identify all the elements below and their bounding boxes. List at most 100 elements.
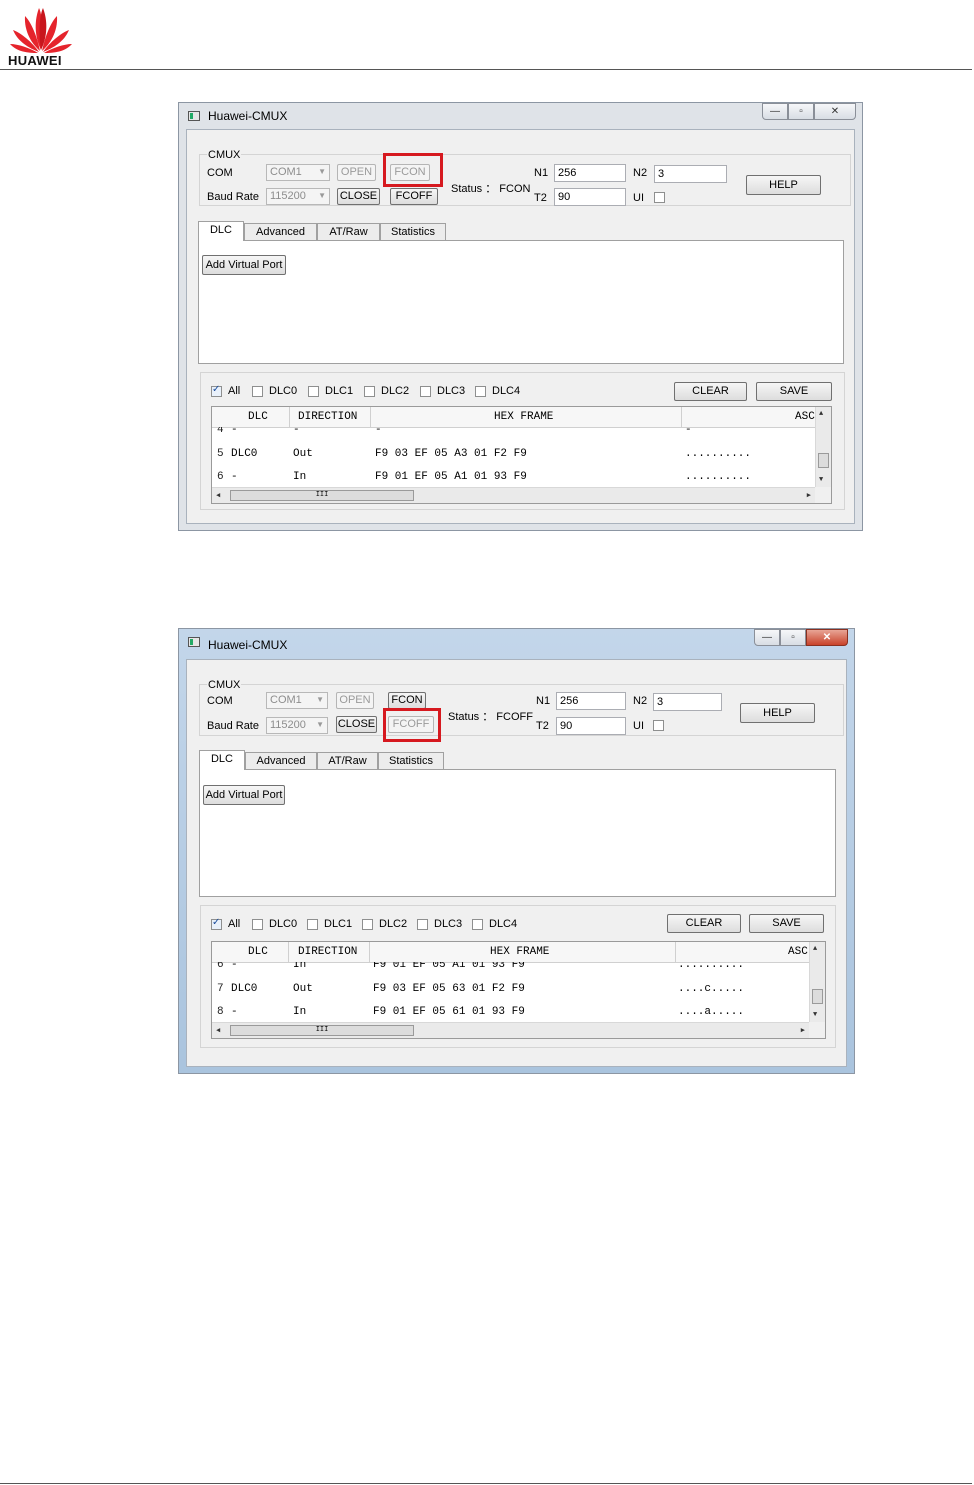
cmux-group-label: CMUX <box>207 149 242 161</box>
save-button[interactable]: SAVE <box>749 914 824 933</box>
filter-all-checkbox[interactable] <box>211 384 222 397</box>
restore-button[interactable]: ▫ <box>788 103 814 120</box>
scroll-thumb[interactable] <box>812 989 823 1004</box>
filter-dlc0-label: DLC0 <box>269 918 298 930</box>
status-text: Status ： FCOFF <box>448 711 533 723</box>
ui-label: UI <box>633 720 644 732</box>
scroll-thumb[interactable]: III <box>230 1025 414 1036</box>
n2-input[interactable]: 3 <box>654 165 727 183</box>
help-button[interactable]: HELP <box>746 175 821 195</box>
scroll-thumb[interactable]: III <box>230 490 414 501</box>
n1-input[interactable]: 256 <box>556 692 626 710</box>
clear-button[interactable]: CLEAR <box>667 914 741 933</box>
save-button[interactable]: SAVE <box>756 382 832 401</box>
scroll-left-icon[interactable]: ◀ <box>216 491 220 500</box>
baud-rate-select[interactable]: 115200 ▼ <box>266 188 330 205</box>
tab-dlc[interactable]: DLC <box>198 221 244 241</box>
scroll-up-icon[interactable]: ▲ <box>819 410 823 418</box>
scroll-left-icon[interactable]: ◀ <box>216 1026 220 1035</box>
tab-at-raw[interactable]: AT/Raw <box>317 752 378 770</box>
vertical-scrollbar[interactable]: ▲ ▼ <box>809 942 825 1022</box>
scroll-down-icon[interactable]: ▼ <box>813 1011 817 1019</box>
cmux-window-fcoff: Huawei-CMUX — ▫ ✕ CMUX COM COM1 ▼ Baud Ra… <box>178 628 855 1074</box>
com-select[interactable]: COM1 ▼ <box>266 692 328 709</box>
scroll-corner <box>809 1022 825 1038</box>
add-virtual-port-button[interactable]: Add Virtual Port <box>202 255 286 275</box>
scroll-right-icon[interactable]: ▶ <box>807 491 811 500</box>
n2-label: N2 <box>633 167 648 179</box>
table-row[interactable]: 8 - In F9 01 EF 05 61 01 93 F9 ....a....… <box>212 1004 825 1024</box>
close-button[interactable]: CLOSE <box>337 188 380 205</box>
ui-checkbox[interactable] <box>653 720 664 731</box>
filter-dlc3-checkbox[interactable] <box>420 386 431 397</box>
filter-dlc4-checkbox[interactable] <box>472 919 483 930</box>
filter-dlc4-checkbox[interactable] <box>475 386 486 397</box>
chevron-down-icon: ▼ <box>318 167 326 176</box>
n2-input[interactable]: 3 <box>653 693 722 711</box>
filter-dlc2-label: DLC2 <box>381 385 410 397</box>
add-virtual-port-button[interactable]: Add Virtual Port <box>203 785 285 805</box>
t2-label: T2 <box>534 192 547 204</box>
table-row[interactable]: 6 - In F9 01 EF 05 A1 01 93 F9 .........… <box>212 469 831 489</box>
table-row[interactable]: 7 DLC0 Out F9 03 EF 05 63 01 F2 F9 ....c… <box>212 981 825 1001</box>
filter-dlc3-checkbox[interactable] <box>417 919 428 930</box>
tab-dlc[interactable]: DLC <box>199 750 245 770</box>
filter-dlc0-checkbox[interactable] <box>252 386 263 397</box>
frame-log-table[interactable]: DLC DIRECTION HEX FRAME ASC 6 - In F9 01… <box>211 941 826 1039</box>
chevron-down-icon: ▼ <box>318 191 326 200</box>
fcon-button[interactable]: FCON <box>388 692 426 709</box>
table-row[interactable]: 5 DLC0 Out F9 03 EF 05 A3 01 F2 F9 .....… <box>212 446 831 466</box>
filter-dlc3-label: DLC3 <box>437 385 466 397</box>
chevron-down-icon: ▼ <box>316 720 324 729</box>
tab-advanced[interactable]: Advanced <box>244 223 317 241</box>
baud-rate-select[interactable]: 115200 ▼ <box>266 717 328 734</box>
tab-statistics[interactable]: Statistics <box>378 752 444 770</box>
ui-checkbox[interactable] <box>654 192 665 203</box>
filter-dlc4-label: DLC4 <box>492 385 521 397</box>
filter-dlc1-checkbox[interactable] <box>308 386 319 397</box>
horizontal-scrollbar[interactable]: ◀ III ▶ <box>212 1022 809 1038</box>
n1-label: N1 <box>534 167 549 179</box>
help-button[interactable]: HELP <box>740 703 815 723</box>
scroll-thumb[interactable] <box>818 453 829 468</box>
n2-label: N2 <box>633 695 648 707</box>
title-bar[interactable]: Huawei-CMUX — ▫ ✕ <box>179 629 854 653</box>
filter-all-checkbox[interactable] <box>211 917 222 930</box>
com-select[interactable]: COM1 ▼ <box>266 164 330 181</box>
clear-button[interactable]: CLEAR <box>674 382 747 401</box>
close-button[interactable]: CLOSE <box>336 716 377 733</box>
scroll-right-icon[interactable]: ▶ <box>801 1026 805 1035</box>
t2-input[interactable]: 90 <box>554 188 626 206</box>
filter-dlc2-checkbox[interactable] <box>364 386 375 397</box>
minimize-button[interactable]: — <box>754 629 780 646</box>
scroll-up-icon[interactable]: ▲ <box>813 945 817 953</box>
restore-button[interactable]: ▫ <box>780 629 806 646</box>
open-button[interactable]: OPEN <box>336 692 374 709</box>
tab-advanced[interactable]: Advanced <box>245 752 317 770</box>
vertical-scrollbar[interactable]: ▲ ▼ <box>815 407 831 487</box>
filter-all-label: All <box>228 918 241 930</box>
fcoff-button[interactable]: FCOFF <box>390 188 438 205</box>
filter-dlc4-label: DLC4 <box>489 918 518 930</box>
minimize-button[interactable]: — <box>762 103 788 120</box>
tab-at-raw[interactable]: AT/Raw <box>317 223 380 241</box>
filter-dlc1-checkbox[interactable] <box>307 919 318 930</box>
column-header: HEX FRAME <box>494 411 554 423</box>
com-label: COM <box>207 167 233 179</box>
filter-dlc0-checkbox[interactable] <box>252 919 263 930</box>
t2-input[interactable]: 90 <box>556 717 626 735</box>
column-header: ASC <box>795 411 815 423</box>
filter-dlc2-checkbox[interactable] <box>362 919 373 930</box>
open-button[interactable]: OPEN <box>337 164 376 181</box>
n1-input[interactable]: 256 <box>554 164 626 182</box>
highlight-box <box>383 153 443 187</box>
scroll-down-icon[interactable]: ▼ <box>819 476 823 484</box>
frame-log-table[interactable]: DLC DIRECTION HEX FRAME ASC 4 - - - - 5 … <box>211 406 832 504</box>
close-window-button[interactable]: ✕ <box>806 629 848 646</box>
tab-statistics[interactable]: Statistics <box>380 223 446 241</box>
horizontal-scrollbar[interactable]: ◀ III ▶ <box>212 487 815 503</box>
title-bar[interactable]: Huawei-CMUX — ▫ ✕ <box>179 103 862 127</box>
header-rule <box>0 69 972 70</box>
close-window-button[interactable]: ✕ <box>814 103 856 120</box>
huawei-wordmark: HUAWEI <box>8 53 62 68</box>
